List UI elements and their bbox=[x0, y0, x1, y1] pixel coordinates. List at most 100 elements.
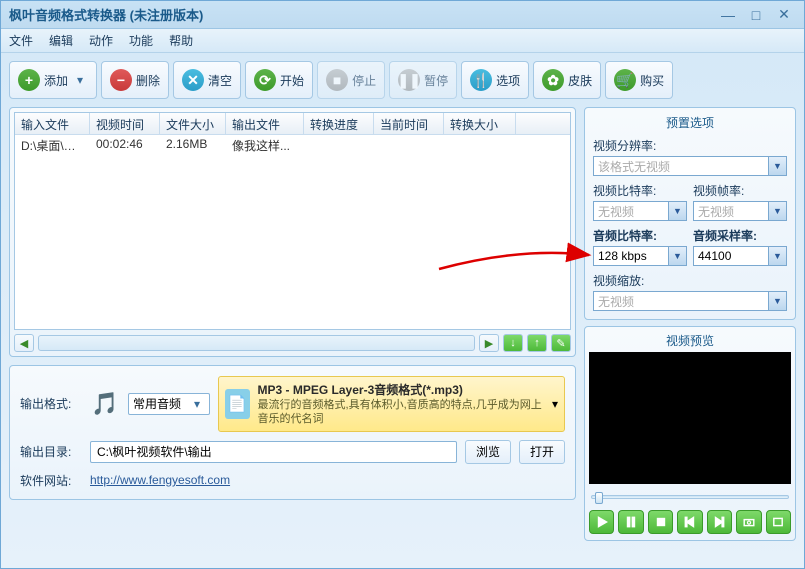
preview-title: 视频预览 bbox=[589, 331, 791, 352]
chevron-down-icon: ▼ bbox=[668, 202, 686, 220]
cell-size: 2.16MB bbox=[160, 135, 226, 155]
prev-button[interactable] bbox=[677, 510, 702, 534]
music-icon: 🎵 bbox=[90, 389, 120, 419]
x-icon: ✕ bbox=[182, 69, 204, 91]
next-button[interactable] bbox=[707, 510, 732, 534]
preview-panel: 视频预览 bbox=[584, 326, 796, 541]
plus-icon: + bbox=[18, 69, 40, 91]
format-desc: 最流行的音频格式,具有体积小,音质高的特点,几乎成为网上音乐的代名词 bbox=[258, 398, 544, 427]
th-now[interactable]: 当前时间 bbox=[374, 113, 444, 134]
video-bitrate-select[interactable]: 无视频▼ bbox=[593, 201, 687, 221]
format-category-select[interactable]: 常用音频 ▾ bbox=[128, 393, 210, 415]
menubar: 文件 编辑 动作 功能 帮助 bbox=[1, 29, 804, 53]
chevron-down-icon: ▼ bbox=[768, 292, 786, 310]
clear-button[interactable]: ✕ 清空 bbox=[173, 61, 241, 99]
move-up-button[interactable]: ↑ bbox=[527, 334, 547, 352]
fullscreen-button[interactable] bbox=[766, 510, 791, 534]
add-label: 添加 bbox=[44, 72, 68, 89]
add-button[interactable]: + 添加 ▾ bbox=[9, 61, 97, 99]
open-dir-button[interactable]: 打开 bbox=[519, 440, 565, 464]
skin-button[interactable]: ✿ 皮肤 bbox=[533, 61, 601, 99]
audio-sample-label: 音频采样率: bbox=[693, 225, 787, 246]
website-link[interactable]: http://www.fengyesoft.com bbox=[90, 473, 230, 487]
th-input[interactable]: 输入文件 bbox=[15, 113, 90, 134]
snapshot-button[interactable] bbox=[736, 510, 761, 534]
output-dir-input[interactable] bbox=[90, 441, 457, 463]
close-button[interactable]: ✕ bbox=[772, 6, 796, 24]
th-output[interactable]: 输出文件 bbox=[226, 113, 304, 134]
menu-file[interactable]: 文件 bbox=[9, 32, 33, 49]
video-slider[interactable] bbox=[591, 490, 789, 504]
th-progress[interactable]: 转换进度 bbox=[304, 113, 374, 134]
cell-duration: 00:02:46 bbox=[90, 135, 160, 155]
maximize-button[interactable]: □ bbox=[744, 6, 768, 24]
stop-button[interactable]: ■ 停止 bbox=[317, 61, 385, 99]
browse-button[interactable]: 浏览 bbox=[465, 440, 511, 464]
cart-icon: 🛒 bbox=[614, 69, 636, 91]
format-title: MP3 - MPEG Layer-3音频格式(*.mp3) bbox=[258, 381, 544, 398]
scroll-right-icon[interactable]: ▶ bbox=[479, 334, 499, 352]
scroll-left-icon[interactable]: ◀ bbox=[14, 334, 34, 352]
delete-label: 删除 bbox=[136, 72, 160, 89]
slider-knob[interactable] bbox=[595, 492, 603, 504]
th-duration[interactable]: 视频时间 bbox=[90, 113, 160, 134]
cell-outsize bbox=[444, 135, 516, 155]
stop-label: 停止 bbox=[352, 72, 376, 89]
file-list-panel: 输入文件 视频时间 文件大小 输出文件 转换进度 当前时间 转换大小 D:\桌面… bbox=[9, 107, 576, 357]
delete-button[interactable]: − 删除 bbox=[101, 61, 169, 99]
clear-label: 清空 bbox=[208, 72, 232, 89]
chevron-down-icon: ▼ bbox=[768, 247, 786, 265]
format-category-value: 常用音频 bbox=[133, 395, 189, 412]
pause-button[interactable]: ❚❚ 暂停 bbox=[389, 61, 457, 99]
remove-item-button[interactable]: ✎ bbox=[551, 334, 571, 352]
format-description-select[interactable]: 📄 MP3 - MPEG Layer-3音频格式(*.mp3) 最流行的音频格式… bbox=[218, 376, 565, 432]
video-zoom-select[interactable]: 无视频▼ bbox=[593, 291, 787, 311]
start-label: 开始 bbox=[280, 72, 304, 89]
table-row[interactable]: D:\桌面\说明... 00:02:46 2.16MB 像我这样... bbox=[15, 135, 570, 155]
options-label: 选项 bbox=[496, 72, 520, 89]
video-res-label: 视频分辨率: bbox=[593, 135, 787, 156]
scroll-track[interactable] bbox=[38, 335, 475, 351]
output-panel: 输出格式: 🎵 常用音频 ▾ 📄 MP3 - MPEG Layer-3音频格式(… bbox=[9, 365, 576, 500]
audio-bitrate-select[interactable]: 128 kbps▼ bbox=[593, 246, 687, 266]
chevron-down-icon: ▾ bbox=[552, 397, 558, 411]
preset-title: 预置选项 bbox=[593, 112, 787, 135]
menu-help[interactable]: 帮助 bbox=[169, 32, 193, 49]
window-title: 枫叶音频格式转换器 (未注册版本) bbox=[9, 5, 712, 24]
cell-input: D:\桌面\说明... bbox=[15, 135, 90, 155]
video-res-select[interactable]: 该格式无视频▼ bbox=[593, 156, 787, 176]
horizontal-scrollbar[interactable]: ◀ ▶ ↓ ↑ ✎ bbox=[14, 334, 571, 352]
video-fps-select[interactable]: 无视频▼ bbox=[693, 201, 787, 221]
file-table[interactable]: 输入文件 视频时间 文件大小 输出文件 转换进度 当前时间 转换大小 D:\桌面… bbox=[14, 112, 571, 330]
move-down-button[interactable]: ↓ bbox=[503, 334, 523, 352]
stop-button[interactable] bbox=[648, 510, 673, 534]
start-button[interactable]: ⟳ 开始 bbox=[245, 61, 313, 99]
video-zoom-label: 视频缩放: bbox=[593, 270, 787, 291]
buy-label: 购买 bbox=[640, 72, 664, 89]
audio-bitrate-label: 音频比特率: bbox=[593, 225, 687, 246]
chevron-down-icon: ▼ bbox=[768, 157, 786, 175]
th-size[interactable]: 文件大小 bbox=[160, 113, 226, 134]
th-outsize[interactable]: 转换大小 bbox=[444, 113, 516, 134]
menu-function[interactable]: 功能 bbox=[129, 32, 153, 49]
options-button[interactable]: 🍴 选项 bbox=[461, 61, 529, 99]
menu-edit[interactable]: 编辑 bbox=[49, 32, 73, 49]
minimize-button[interactable]: — bbox=[716, 6, 740, 24]
menu-action[interactable]: 动作 bbox=[89, 32, 113, 49]
apple-icon: ✿ bbox=[542, 69, 564, 91]
minus-icon: − bbox=[110, 69, 132, 91]
chevron-down-icon[interactable]: ▾ bbox=[72, 73, 88, 87]
chevron-down-icon: ▼ bbox=[768, 202, 786, 220]
cell-progress bbox=[304, 135, 374, 155]
buy-button[interactable]: 🛒 购买 bbox=[605, 61, 673, 99]
playback-controls bbox=[589, 508, 791, 536]
pause-icon: ❚❚ bbox=[398, 69, 420, 91]
pause-button[interactable] bbox=[618, 510, 643, 534]
output-dir-label: 输出目录: bbox=[20, 443, 82, 460]
output-format-label: 输出格式: bbox=[20, 395, 82, 412]
preset-panel: 预置选项 视频分辨率: 该格式无视频▼ 视频比特率: 无视频▼ 视频帧率: 无视… bbox=[584, 107, 796, 320]
table-header: 输入文件 视频时间 文件大小 输出文件 转换进度 当前时间 转换大小 bbox=[15, 113, 570, 135]
skin-label: 皮肤 bbox=[568, 72, 592, 89]
audio-sample-select[interactable]: 44100▼ bbox=[693, 246, 787, 266]
play-button[interactable] bbox=[589, 510, 614, 534]
